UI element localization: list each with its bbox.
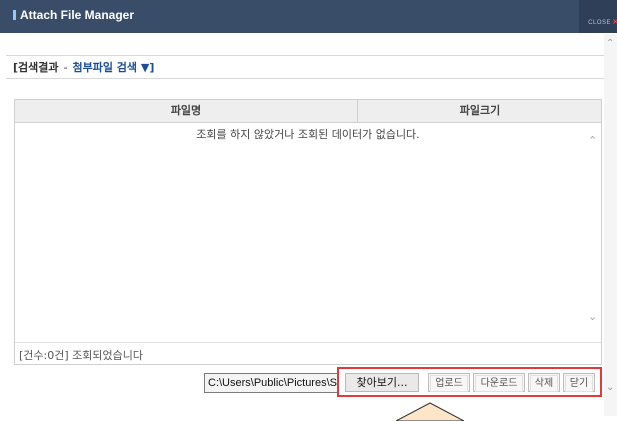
chevron-down-icon[interactable]: ⌄ xyxy=(588,310,597,323)
divider xyxy=(6,78,604,79)
divider xyxy=(6,55,604,56)
browse-button[interactable]: 찾아보기... xyxy=(345,373,419,392)
title-marker-icon xyxy=(13,10,16,20)
breadcrumb-separator: - xyxy=(63,61,68,74)
grid-header: 파일명 파일크기 xyxy=(15,100,601,123)
close-icon: × xyxy=(612,17,617,26)
close-button-label: 닫기 xyxy=(565,375,593,392)
chevron-down-icon[interactable]: ⌄ xyxy=(606,382,614,393)
attachment-search-link[interactable]: 첨부파일 검색 ▼] xyxy=(73,61,155,74)
file-grid: 파일명 파일크기 조회를 하지 않았거나 조회된 데이터가 없습니다. ⌃ ⌄ … xyxy=(14,99,602,365)
column-header-filesize[interactable]: 파일크기 xyxy=(357,100,602,122)
file-path-input[interactable]: C:\Users\Public\Pictures\S xyxy=(204,373,339,393)
close-window-button[interactable]: CLOSE × xyxy=(579,0,617,33)
close-button[interactable]: 닫기 xyxy=(563,373,595,392)
download-button[interactable]: 다운로드 xyxy=(473,373,525,392)
chevron-up-icon[interactable]: ⌃ xyxy=(588,134,597,147)
delete-label: 삭제 xyxy=(530,375,558,392)
grid-scrollbar[interactable]: ⌃ ⌄ xyxy=(585,134,601,324)
delete-button[interactable]: 삭제 xyxy=(528,373,560,392)
chevron-up-icon[interactable]: ⌃ xyxy=(606,38,614,49)
close-label: CLOSE xyxy=(588,20,611,26)
download-label: 다운로드 xyxy=(475,375,523,392)
breadcrumb-label: [검색결과 xyxy=(13,61,59,74)
upload-label: 업로드 xyxy=(430,375,468,392)
breadcrumb: [검색결과 - 첨부파일 검색 ▼] xyxy=(13,59,154,75)
column-header-filename[interactable]: 파일명 xyxy=(15,100,357,122)
result-count: [건수:0건] 조회되었습니다 xyxy=(19,349,143,362)
grid-footer: [건수:0건] 조회되었습니다 xyxy=(15,342,601,365)
empty-message: 조회를 하지 않았거나 조회된 데이터가 없습니다. xyxy=(196,128,420,141)
upload-button[interactable]: 업로드 xyxy=(428,373,470,392)
callout-pointer xyxy=(396,402,464,421)
window-title: Attach File Manager xyxy=(20,8,135,22)
window-scrollbar[interactable]: ⌃ ⌄ xyxy=(604,34,617,416)
title-bar: Attach File Manager CLOSE × xyxy=(0,0,617,33)
